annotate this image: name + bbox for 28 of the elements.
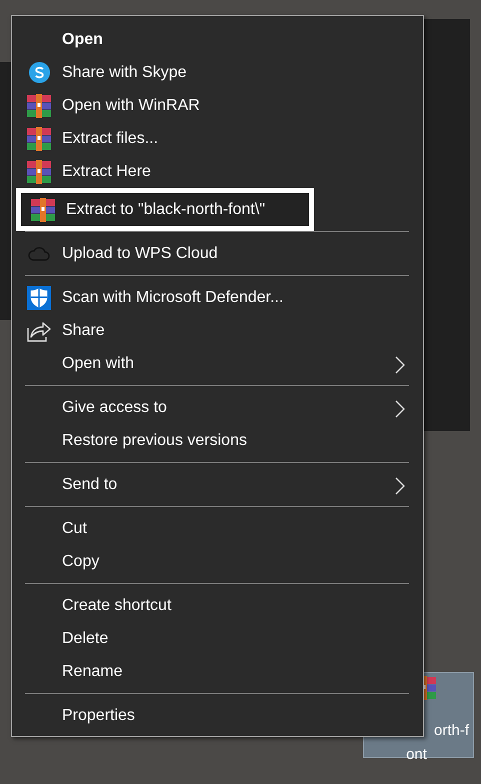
menu-item[interactable]: Upload to WPS Cloud (12, 237, 423, 270)
menu-item[interactable]: Properties (12, 699, 423, 732)
menu-item[interactable]: Extract files... (12, 122, 423, 155)
menu-item[interactable]: Share (12, 314, 423, 347)
menu-item[interactable]: Open with (12, 347, 423, 380)
books-icon (27, 94, 51, 118)
menu-item[interactable]: Give access to (12, 391, 423, 424)
menu-item[interactable]: Create shortcut (12, 589, 423, 622)
books-icon (27, 160, 51, 184)
menu-item[interactable]: Share with Skype (12, 56, 423, 89)
menu-item[interactable]: Delete (12, 622, 423, 655)
menu-item[interactable]: Cut (12, 512, 423, 545)
menu-item[interactable]: Extract Here (12, 155, 423, 188)
menu-item[interactable]: Scan with Microsoft Defender... (12, 281, 423, 314)
file-name: ont (406, 745, 427, 765)
file-name: orth-f (434, 721, 469, 741)
menu-item[interactable]: Rename (12, 655, 423, 688)
menu-item[interactable]: Open with WinRAR (12, 89, 423, 122)
menu-item[interactable]: Send to (12, 468, 423, 501)
menu-item[interactable]: Copy (12, 545, 423, 578)
books-icon (31, 198, 55, 222)
skype-icon (28, 61, 50, 84)
cloud-icon (28, 246, 50, 260)
menu-item[interactable]: Open (12, 23, 423, 56)
share-icon (27, 320, 51, 342)
menu-item[interactable]: Extract to "black-north-font\" (16, 188, 314, 231)
books-icon (27, 126, 51, 150)
menu-item[interactable]: Restore previous versions (12, 424, 423, 457)
